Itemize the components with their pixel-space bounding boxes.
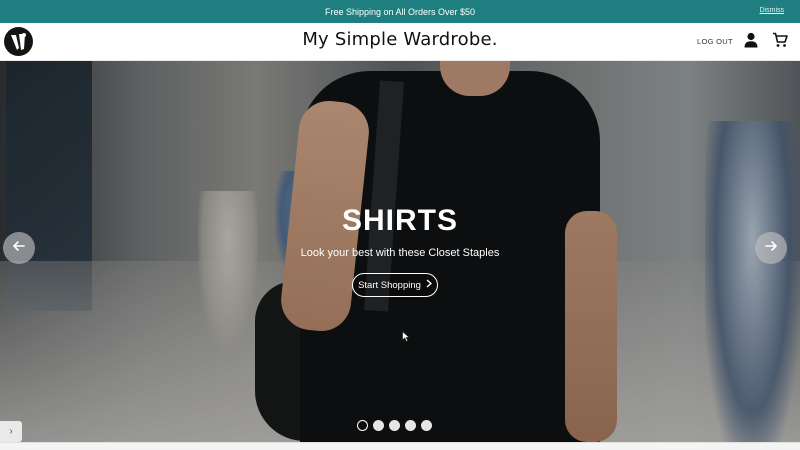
carousel-dot[interactable] bbox=[389, 420, 400, 431]
side-panel-tab[interactable]: › bbox=[0, 421, 22, 442]
hero-title: SHIRTS bbox=[341, 204, 458, 237]
site-header: My Simple Wardrobe. LOG OUT bbox=[0, 23, 800, 61]
carousel-dot[interactable] bbox=[405, 420, 416, 431]
carousel-pagination bbox=[357, 420, 432, 431]
arrow-left-icon bbox=[12, 239, 26, 258]
hero-carousel: SHIRTS Look your best with these Closet … bbox=[0, 61, 800, 442]
dismiss-link[interactable]: Dismiss bbox=[760, 7, 785, 14]
hero-subtitle: Look your best with these Closet Staples bbox=[300, 247, 500, 259]
user-icon[interactable] bbox=[744, 32, 758, 48]
announcement-bar: Free Shipping on All Orders Over $50 Dis… bbox=[0, 0, 800, 23]
cta-label: Start Shopping bbox=[358, 279, 421, 291]
announcement-text: Free Shipping on All Orders Over $50 bbox=[324, 6, 476, 17]
bottom-edge bbox=[0, 442, 800, 450]
cart-icon[interactable] bbox=[772, 32, 788, 48]
carousel-dot[interactable] bbox=[373, 420, 384, 431]
logout-link[interactable]: LOG OUT bbox=[697, 37, 733, 46]
carousel-prev-button[interactable] bbox=[3, 232, 35, 264]
carousel-dot[interactable] bbox=[421, 420, 432, 431]
carousel-dot[interactable] bbox=[357, 420, 368, 431]
brand-title[interactable]: My Simple Wardrobe. bbox=[0, 29, 800, 50]
mouse-cursor-icon bbox=[402, 329, 411, 347]
chevron-right-icon bbox=[426, 279, 432, 291]
carousel-next-button[interactable] bbox=[755, 232, 787, 264]
start-shopping-button[interactable]: Start Shopping bbox=[352, 273, 438, 297]
arrow-right-icon bbox=[764, 239, 778, 258]
